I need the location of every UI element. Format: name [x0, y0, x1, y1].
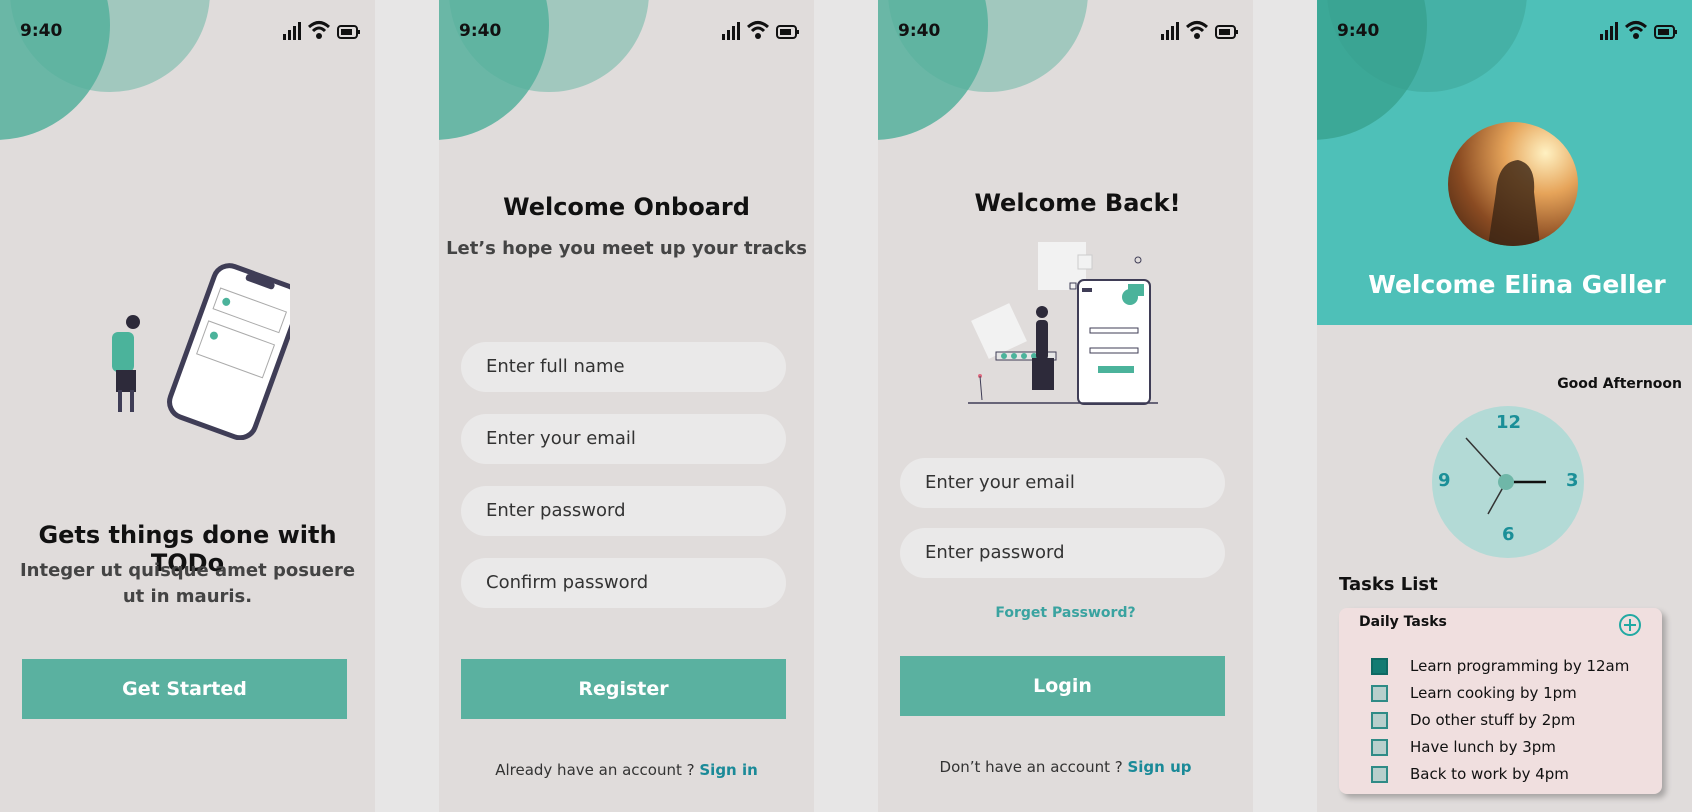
register-screen: 9:40 Welcome Onboard Let’s hope you meet…: [439, 0, 814, 812]
battery-icon: [1654, 25, 1677, 39]
task-checkbox[interactable]: [1371, 657, 1388, 675]
signal-icon: [283, 20, 301, 40]
wifi-icon: [1185, 21, 1209, 39]
wifi-icon: [307, 21, 331, 39]
status-bar: 9:40: [439, 0, 814, 64]
signal-icon: [722, 20, 740, 40]
get-started-button[interactable]: Get Started: [22, 659, 347, 719]
task-checkbox[interactable]: [1371, 738, 1388, 756]
task-checkbox[interactable]: [1371, 684, 1388, 702]
password-field[interactable]: Enter password: [900, 528, 1225, 578]
daily-tasks-card: Daily Tasks Learn programming by 12am Le…: [1339, 608, 1662, 794]
signal-icon: [1600, 20, 1618, 40]
register-button[interactable]: Register: [461, 659, 786, 719]
subtitle: ut in mauris.: [122, 586, 253, 607]
status-time: 9:40: [898, 21, 941, 41]
clock: 12 3 6 9: [1432, 406, 1584, 558]
status-bar: 9:40: [1317, 0, 1692, 64]
password-field[interactable]: Enter password: [461, 486, 786, 536]
subtitle: Let’s hope you meet up your tracks: [446, 238, 807, 259]
task-label: Learn programming by 12am: [1410, 657, 1630, 675]
greeting: Good Afternoon: [1557, 376, 1682, 392]
confirm-password-field[interactable]: Confirm password: [461, 558, 786, 608]
status-bar: 9:40: [878, 0, 1253, 64]
battery-icon: [776, 25, 799, 39]
email-field[interactable]: Enter your email: [461, 414, 786, 464]
task-item[interactable]: Do other stuff by 2pm: [1371, 711, 1575, 729]
task-label: Back to work by 4pm: [1410, 765, 1569, 783]
footer-text: Don’t have an account ?: [939, 758, 1123, 776]
task-checkbox[interactable]: [1371, 711, 1388, 729]
footer-text: Already have an account ?: [495, 761, 695, 779]
task-label: Have lunch by 3pm: [1410, 738, 1556, 756]
add-task-icon[interactable]: [1618, 613, 1642, 637]
signal-icon: [1161, 20, 1179, 40]
task-checkbox[interactable]: [1371, 765, 1388, 783]
task-item[interactable]: Back to work by 4pm: [1371, 765, 1569, 783]
status-time: 9:40: [20, 21, 63, 41]
subtitle: Integer ut quisque amet posuere: [19, 560, 356, 581]
full-name-field[interactable]: Enter full name: [461, 342, 786, 392]
task-label: Learn cooking by 1pm: [1410, 684, 1577, 702]
clock-hands: [1465, 437, 1546, 515]
task-item[interactable]: Learn programming by 12am: [1371, 657, 1629, 675]
sign-in-prompt: Already have an account ? Sign in: [439, 761, 814, 779]
avatar[interactable]: [1448, 122, 1578, 246]
sign-up-link[interactable]: Sign up: [1127, 758, 1191, 776]
task-label: Do other stuff by 2pm: [1410, 711, 1576, 729]
task-item[interactable]: Learn cooking by 1pm: [1371, 684, 1577, 702]
page-title: Welcome Back!: [974, 189, 1181, 217]
tasks-heading: Tasks List: [1339, 574, 1438, 595]
login-screen: 9:40 Welcome Back! Enter your email Ente…: [878, 0, 1253, 812]
status-time: 9:40: [459, 21, 502, 41]
task-item[interactable]: Have lunch by 3pm: [1371, 738, 1556, 756]
login-illustration: [968, 242, 1158, 405]
forgot-password-link[interactable]: Forget Password?: [878, 605, 1253, 621]
home-screen: 9:40 Welcome Elina Geller Good Afternoon…: [1317, 0, 1692, 812]
phone-illustration: [112, 263, 290, 440]
login-button[interactable]: Login: [900, 656, 1225, 716]
battery-icon: [1215, 25, 1238, 39]
card-title: Daily Tasks: [1359, 614, 1447, 630]
sign-in-link[interactable]: Sign in: [699, 761, 757, 779]
page-title: Welcome Onboard: [503, 193, 750, 221]
status-bar: 9:40: [0, 0, 375, 64]
wifi-icon: [746, 21, 770, 39]
onboarding-screen: 9:40 Gets things done with TODo Integer …: [0, 0, 375, 812]
sign-up-prompt: Don’t have an account ? Sign up: [878, 758, 1253, 776]
email-field[interactable]: Enter your email: [900, 458, 1225, 508]
battery-icon: [337, 25, 360, 39]
wifi-icon: [1624, 21, 1648, 39]
status-time: 9:40: [1337, 21, 1380, 41]
welcome-name: Welcome Elina Geller: [1368, 270, 1666, 299]
